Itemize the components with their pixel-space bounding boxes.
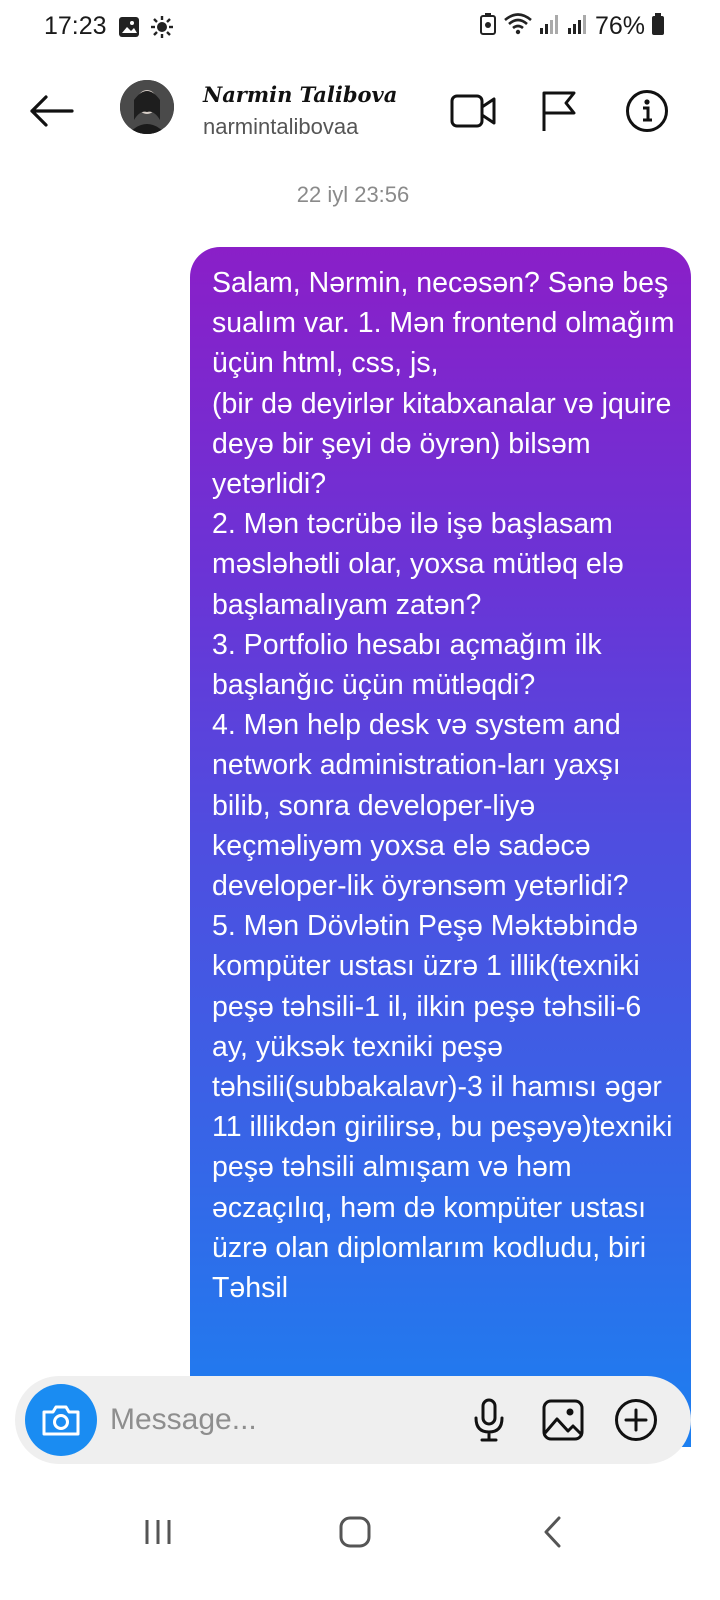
home-button[interactable] [325, 1502, 385, 1562]
plus-icon [615, 1399, 657, 1441]
back-arrow-icon [30, 95, 74, 127]
video-call-icon [450, 94, 496, 128]
status-time: 17:23 [44, 12, 107, 40]
video-call-button[interactable] [448, 86, 498, 136]
chat-header: Narmin Talibova narmintalibovaa [0, 60, 720, 160]
status-bar: 17:23 76% [0, 0, 720, 60]
status-right: 76% [479, 12, 665, 41]
message-bubble[interactable]: Salam, Nərmin, necəsən? Sənə beş sualım … [190, 247, 691, 1447]
info-button[interactable] [622, 86, 672, 136]
avatar[interactable] [120, 80, 174, 134]
signal-icon [539, 13, 561, 40]
camera-icon [42, 1405, 80, 1436]
gallery-button[interactable] [539, 1396, 587, 1444]
gallery-icon [542, 1399, 584, 1441]
date-stamp: 22 iyl 23:56 [296, 182, 410, 207]
battery-saver-icon [479, 12, 497, 41]
battery-percent: 76% [594, 12, 645, 40]
message-input[interactable] [110, 1398, 450, 1442]
recent-apps-button[interactable] [128, 1502, 188, 1562]
nav-back-button[interactable] [522, 1502, 582, 1562]
nav-back-icon [544, 1516, 561, 1548]
report-flag-button[interactable] [534, 86, 584, 136]
gallery-status-icon [118, 16, 140, 43]
signal-icon [567, 13, 589, 40]
info-icon [626, 90, 668, 132]
contact-username[interactable]: narmintalibovaa [203, 114, 358, 140]
message-text: Salam, Nərmin, necəsən? Sənə beş sualım … [212, 267, 675, 1305]
status-left-icons [118, 15, 174, 44]
microphone-icon [474, 1398, 504, 1442]
settings-status-icon [150, 15, 174, 44]
voice-message-button[interactable] [465, 1396, 513, 1444]
more-options-button[interactable] [612, 1396, 660, 1444]
flag-icon [542, 91, 576, 131]
camera-button[interactable] [25, 1384, 97, 1456]
battery-icon [651, 12, 665, 41]
system-nav-bar [0, 1480, 720, 1600]
back-button[interactable] [26, 86, 76, 136]
home-icon [339, 1516, 371, 1548]
message-composer [15, 1376, 691, 1464]
recent-apps-icon [145, 1520, 171, 1544]
wifi-icon [503, 12, 533, 41]
contact-name[interactable]: Narmin Talibova [203, 82, 397, 107]
